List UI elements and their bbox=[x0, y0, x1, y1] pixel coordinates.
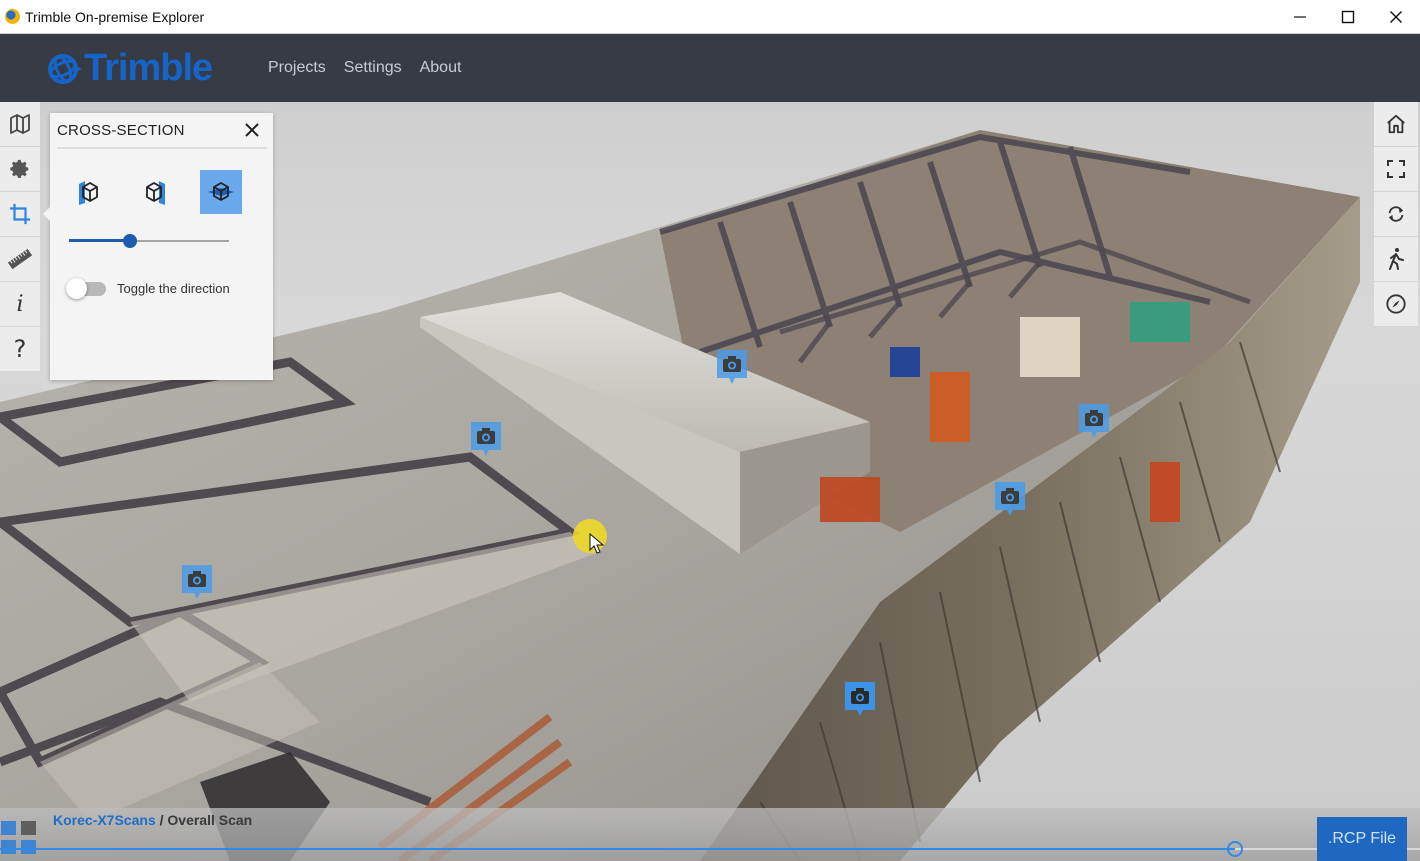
minimize-button[interactable] bbox=[1276, 0, 1324, 34]
question-icon: ? bbox=[13, 335, 27, 363]
home-view-button[interactable] bbox=[1374, 102, 1418, 147]
measure-tool-button[interactable] bbox=[0, 237, 40, 282]
rcp-file-button[interactable]: .RCP File bbox=[1317, 817, 1407, 861]
grid-tile bbox=[1, 821, 16, 835]
mouse-cursor-icon bbox=[589, 533, 605, 554]
axis-selector bbox=[68, 170, 242, 214]
maximize-icon bbox=[1341, 10, 1355, 24]
walk-icon bbox=[1389, 248, 1404, 270]
ruler-icon bbox=[7, 248, 33, 270]
maximize-button[interactable] bbox=[1324, 0, 1372, 34]
help-tool-button[interactable]: ? bbox=[0, 327, 40, 372]
app-icon bbox=[5, 9, 20, 24]
slider-fill bbox=[69, 239, 130, 242]
trimble-globe-icon bbox=[48, 53, 82, 84]
grid-tile bbox=[1, 840, 16, 854]
cross-section-panel: CROSS-SECTION Toggle the direction bbox=[43, 113, 273, 380]
slider-thumb[interactable] bbox=[122, 234, 137, 248]
camera-marker[interactable] bbox=[1077, 402, 1111, 442]
panel-title: CROSS-SECTION bbox=[57, 121, 185, 139]
toggle-direction-label: Toggle the direction bbox=[117, 280, 230, 296]
close-icon bbox=[1390, 11, 1402, 23]
minimize-icon bbox=[1294, 16, 1306, 18]
nav-links: Projects Settings About bbox=[268, 34, 461, 102]
cube-z-plane-icon bbox=[208, 182, 234, 201]
x-axis-button[interactable] bbox=[68, 170, 110, 214]
window-controls bbox=[1276, 0, 1420, 34]
map-icon bbox=[10, 114, 30, 134]
project-grid-button[interactable] bbox=[1, 821, 37, 857]
y-axis-button[interactable] bbox=[134, 170, 176, 214]
camera-marker[interactable] bbox=[180, 563, 214, 603]
breadcrumb-project-link[interactable]: Korec-X7Scans bbox=[53, 812, 156, 828]
timeline-fill bbox=[0, 848, 1236, 850]
left-toolbar: i ? bbox=[0, 102, 40, 372]
breadcrumb-current: Overall Scan bbox=[167, 812, 253, 828]
camera-marker[interactable] bbox=[715, 348, 749, 388]
camera-marker[interactable] bbox=[993, 480, 1027, 520]
fullscreen-icon bbox=[1387, 160, 1405, 178]
trimble-logo[interactable]: Trimble bbox=[46, 47, 213, 90]
breadcrumb-separator: / bbox=[159, 812, 164, 828]
rotate-icon bbox=[1388, 206, 1404, 222]
info-icon: i bbox=[16, 291, 24, 317]
close-window-button[interactable] bbox=[1372, 0, 1420, 34]
window-title: Trimble On-premise Explorer bbox=[25, 8, 205, 25]
toggle-knob bbox=[66, 278, 87, 299]
fullscreen-button[interactable] bbox=[1374, 147, 1418, 192]
toggle-direction-switch[interactable] bbox=[66, 278, 108, 299]
z-axis-button[interactable] bbox=[200, 170, 242, 214]
home-icon bbox=[1387, 114, 1405, 134]
info-tool-button[interactable]: i bbox=[0, 282, 40, 327]
rotate-button[interactable] bbox=[1374, 192, 1418, 237]
cross-section-tool-button[interactable] bbox=[0, 192, 40, 237]
walk-mode-button[interactable] bbox=[1374, 237, 1418, 282]
nav-settings[interactable]: Settings bbox=[344, 59, 402, 77]
compass-button[interactable] bbox=[1374, 282, 1418, 327]
right-toolbar bbox=[1374, 102, 1418, 327]
scan-timeline[interactable] bbox=[0, 848, 1420, 850]
gear-icon bbox=[10, 159, 29, 178]
panel-header: CROSS-SECTION bbox=[57, 113, 267, 149]
breadcrumb: Korec-X7Scans / Overall Scan bbox=[53, 812, 252, 828]
cube-x-plane-icon bbox=[79, 181, 98, 205]
cube-y-plane-icon bbox=[146, 181, 165, 205]
close-panel-button[interactable] bbox=[241, 119, 263, 141]
app-navbar: Trimble Projects Settings About bbox=[0, 34, 1420, 102]
settings-tool-button[interactable] bbox=[0, 147, 40, 192]
camera-marker[interactable] bbox=[843, 680, 877, 720]
compass-icon bbox=[1386, 294, 1406, 314]
nav-about[interactable]: About bbox=[420, 59, 462, 77]
grid-tile bbox=[21, 840, 36, 854]
cross-section-slider[interactable] bbox=[69, 234, 229, 248]
camera-marker[interactable] bbox=[469, 420, 503, 460]
window-titlebar: Trimble On-premise Explorer bbox=[0, 0, 1420, 34]
grid-tile bbox=[21, 821, 36, 835]
crop-icon bbox=[9, 203, 31, 225]
logo-text: Trimble bbox=[84, 47, 213, 89]
map-tool-button[interactable] bbox=[0, 102, 40, 147]
nav-projects[interactable]: Projects bbox=[268, 59, 326, 77]
toggle-direction-row: Toggle the direction bbox=[66, 278, 230, 299]
